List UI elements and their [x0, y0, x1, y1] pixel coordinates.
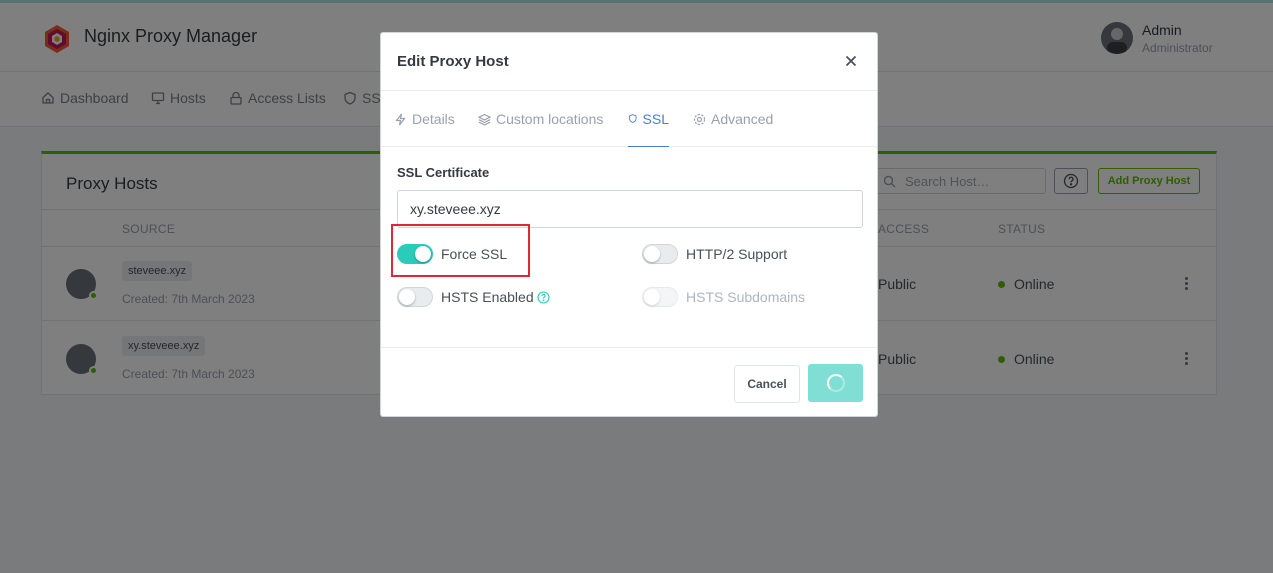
- tab-custom-locations[interactable]: Custom locations: [478, 91, 603, 147]
- tab-label: Details: [412, 111, 455, 127]
- modal-tabs: Details Custom locations SSL Advanced: [381, 91, 877, 147]
- http2-support-label: HTTP/2 Support: [686, 246, 788, 262]
- shield-icon: [629, 114, 637, 123]
- zap-icon: [395, 113, 406, 125]
- save-button[interactable]: [808, 364, 863, 402]
- ssl-certificate-select[interactable]: xy.steveee.xyz: [397, 190, 863, 228]
- http2-support-switch[interactable]: [642, 244, 678, 264]
- tab-advanced[interactable]: Advanced: [693, 91, 773, 147]
- cancel-button[interactable]: Cancel: [734, 365, 800, 403]
- hsts-enabled-label: HSTS Enabled: [441, 289, 534, 305]
- force-ssl-highlight: [391, 224, 530, 277]
- modal-footer: Cancel: [381, 347, 877, 418]
- help-circle-icon[interactable]: [537, 290, 550, 304]
- edit-proxy-host-modal: Edit Proxy Host Details Custom locations…: [380, 32, 878, 417]
- tab-ssl[interactable]: SSL: [628, 91, 669, 147]
- hsts-subdomains-toggle: HSTS Subdomains: [642, 287, 805, 307]
- layers-icon: [478, 113, 491, 126]
- modal-title: Edit Proxy Host: [397, 53, 509, 70]
- tab-label: SSL: [642, 110, 669, 127]
- hsts-enabled-switch[interactable]: [397, 287, 433, 307]
- ssl-certificate-label: SSL Certificate: [397, 165, 490, 180]
- settings-icon: [693, 113, 706, 125]
- tab-label: Advanced: [711, 111, 774, 127]
- hsts-subdomains-label: HSTS Subdomains: [686, 289, 806, 305]
- close-icon[interactable]: [843, 53, 859, 69]
- tab-details[interactable]: Details: [394, 91, 455, 147]
- http2-support-toggle[interactable]: HTTP/2 Support: [642, 244, 787, 264]
- loading-spinner-icon: [826, 374, 845, 392]
- modal-header: Edit Proxy Host: [381, 33, 877, 91]
- hsts-enabled-toggle[interactable]: HSTS Enabled: [397, 287, 550, 307]
- tab-label: Custom locations: [496, 111, 604, 127]
- hsts-subdomains-switch: [642, 287, 678, 307]
